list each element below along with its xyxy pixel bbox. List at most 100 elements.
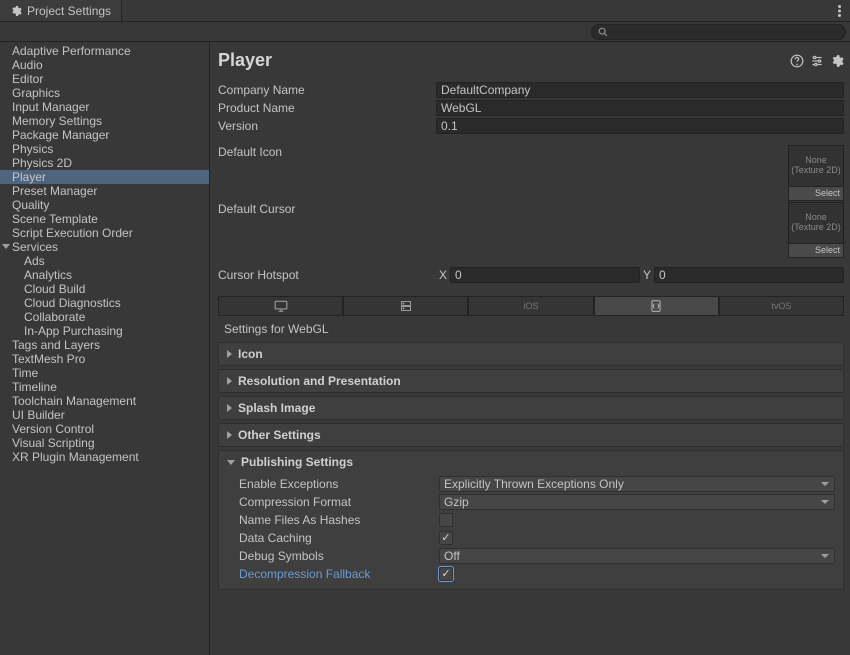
toolbar (0, 22, 850, 42)
settings-gear-icon[interactable] (830, 54, 844, 68)
search-field[interactable] (591, 24, 846, 40)
sidebar-item-audio[interactable]: Audio (0, 58, 209, 72)
platform-tab-webgl[interactable] (594, 296, 719, 316)
company-name-input[interactable] (436, 82, 844, 98)
chevron-down-icon (227, 460, 235, 465)
sidebar-item-label: TextMesh Pro (12, 352, 85, 366)
sidebar-item-label: Adaptive Performance (12, 44, 131, 58)
platform-tab-tvos[interactable]: tvOS (719, 296, 844, 316)
data-caching-checkbox[interactable] (439, 531, 453, 545)
sidebar-item-adaptive-performance[interactable]: Adaptive Performance (0, 44, 209, 58)
sidebar-item-label: Physics (12, 142, 53, 156)
gear-icon (10, 5, 22, 17)
cursor-hotspot-label: Cursor Hotspot (218, 268, 436, 282)
sidebar-item-in-app-purchasing[interactable]: In-App Purchasing (0, 324, 209, 338)
monitor-icon (274, 300, 288, 312)
version-label: Version (218, 119, 436, 133)
sidebar-item-editor[interactable]: Editor (0, 72, 209, 86)
sidebar-item-analytics[interactable]: Analytics (0, 268, 209, 282)
sidebar-item-timeline[interactable]: Timeline (0, 380, 209, 394)
sidebar-item-ads[interactable]: Ads (0, 254, 209, 268)
settings-sidebar: Adaptive PerformanceAudioEditorGraphicsI… (0, 42, 210, 655)
sidebar-item-label: Graphics (12, 86, 60, 100)
sidebar-item-label: Collaborate (24, 310, 85, 324)
sidebar-item-package-manager[interactable]: Package Manager (0, 128, 209, 142)
sidebar-item-collaborate[interactable]: Collaborate (0, 310, 209, 324)
default-icon-preview[interactable]: None (Texture 2D) (788, 145, 844, 187)
sidebar-item-label: In-App Purchasing (24, 324, 123, 338)
sidebar-item-label: Preset Manager (12, 184, 97, 198)
enable-exceptions-label: Enable Exceptions (239, 477, 439, 491)
foldout-resolution[interactable]: Resolution and Presentation (219, 370, 843, 392)
enable-exceptions-dropdown[interactable]: Explicitly Thrown Exceptions Only (439, 476, 835, 492)
sidebar-item-visual-scripting[interactable]: Visual Scripting (0, 436, 209, 450)
debug-symbols-label: Debug Symbols (239, 549, 439, 563)
sidebar-item-graphics[interactable]: Graphics (0, 86, 209, 100)
sidebar-item-label: Player (12, 170, 46, 184)
settings-for-label: Settings for WebGL (218, 316, 844, 342)
foldout-splash[interactable]: Splash Image (219, 397, 843, 419)
sidebar-item-label: Quality (12, 198, 49, 212)
sidebar-item-scene-template[interactable]: Scene Template (0, 212, 209, 226)
sidebar-item-cloud-diagnostics[interactable]: Cloud Diagnostics (0, 296, 209, 310)
sidebar-item-label: Cloud Build (24, 282, 85, 296)
debug-symbols-dropdown[interactable]: Off (439, 548, 835, 564)
window-menu-button[interactable] (828, 0, 850, 21)
hotspot-x-label: X (436, 268, 450, 282)
sidebar-item-services[interactable]: Services (0, 240, 209, 254)
sidebar-item-player[interactable]: Player (0, 170, 209, 184)
preset-icon[interactable] (810, 54, 824, 68)
foldout-other[interactable]: Other Settings (219, 424, 843, 446)
sidebar-item-physics-2d[interactable]: Physics 2D (0, 156, 209, 170)
webgl-icon (649, 299, 663, 313)
sidebar-item-tags-and-layers[interactable]: Tags and Layers (0, 338, 209, 352)
decompression-fallback-checkbox[interactable] (439, 567, 453, 581)
sidebar-item-label: Cloud Diagnostics (24, 296, 121, 310)
sidebar-item-label: Services (12, 240, 58, 254)
sidebar-item-label: Analytics (24, 268, 72, 282)
server-icon (400, 300, 412, 312)
sidebar-item-physics[interactable]: Physics (0, 142, 209, 156)
decompression-fallback-label: Decompression Fallback (239, 567, 439, 581)
sidebar-item-toolchain-management[interactable]: Toolchain Management (0, 394, 209, 408)
titlebar: Project Settings (0, 0, 850, 22)
foldout-publishing[interactable]: Publishing Settings (219, 451, 843, 473)
sidebar-item-label: XR Plugin Management (12, 450, 139, 464)
platform-tab-ios[interactable]: iOS (468, 296, 593, 316)
sidebar-item-label: Toolchain Management (12, 394, 136, 408)
version-input[interactable] (436, 118, 844, 134)
sidebar-item-preset-manager[interactable]: Preset Manager (0, 184, 209, 198)
chevron-right-icon (227, 431, 232, 439)
foldout-icon[interactable]: Icon (219, 343, 843, 365)
default-icon-select-button[interactable]: Select (788, 187, 844, 201)
chevron-right-icon (227, 377, 232, 385)
sidebar-item-label: Scene Template (12, 212, 98, 226)
hotspot-y-input[interactable] (654, 267, 844, 283)
sidebar-item-version-control[interactable]: Version Control (0, 422, 209, 436)
name-files-hashes-checkbox[interactable] (439, 513, 453, 527)
search-input[interactable] (612, 26, 839, 38)
product-name-label: Product Name (218, 101, 436, 115)
platform-tab-standalone[interactable] (218, 296, 343, 316)
hotspot-x-input[interactable] (450, 267, 640, 283)
sidebar-item-quality[interactable]: Quality (0, 198, 209, 212)
window-title: Project Settings (27, 4, 111, 18)
sidebar-item-textmesh-pro[interactable]: TextMesh Pro (0, 352, 209, 366)
compression-format-dropdown[interactable]: Gzip (439, 494, 835, 510)
sidebar-item-xr-plugin-management[interactable]: XR Plugin Management (0, 450, 209, 464)
sidebar-item-time[interactable]: Time (0, 366, 209, 380)
help-icon[interactable] (790, 54, 804, 68)
default-cursor-preview[interactable]: None (Texture 2D) (788, 202, 844, 244)
default-cursor-select-button[interactable]: Select (788, 244, 844, 258)
product-name-input[interactable] (436, 100, 844, 116)
platform-tab-server[interactable] (343, 296, 468, 316)
name-files-hashes-label: Name Files As Hashes (239, 513, 439, 527)
company-name-label: Company Name (218, 83, 436, 97)
window-tab[interactable]: Project Settings (0, 0, 122, 21)
sidebar-item-script-execution-order[interactable]: Script Execution Order (0, 226, 209, 240)
sidebar-item-cloud-build[interactable]: Cloud Build (0, 282, 209, 296)
content-pane: Player Company Name Product Name Version… (210, 42, 850, 655)
sidebar-item-ui-builder[interactable]: UI Builder (0, 408, 209, 422)
sidebar-item-memory-settings[interactable]: Memory Settings (0, 114, 209, 128)
sidebar-item-input-manager[interactable]: Input Manager (0, 100, 209, 114)
